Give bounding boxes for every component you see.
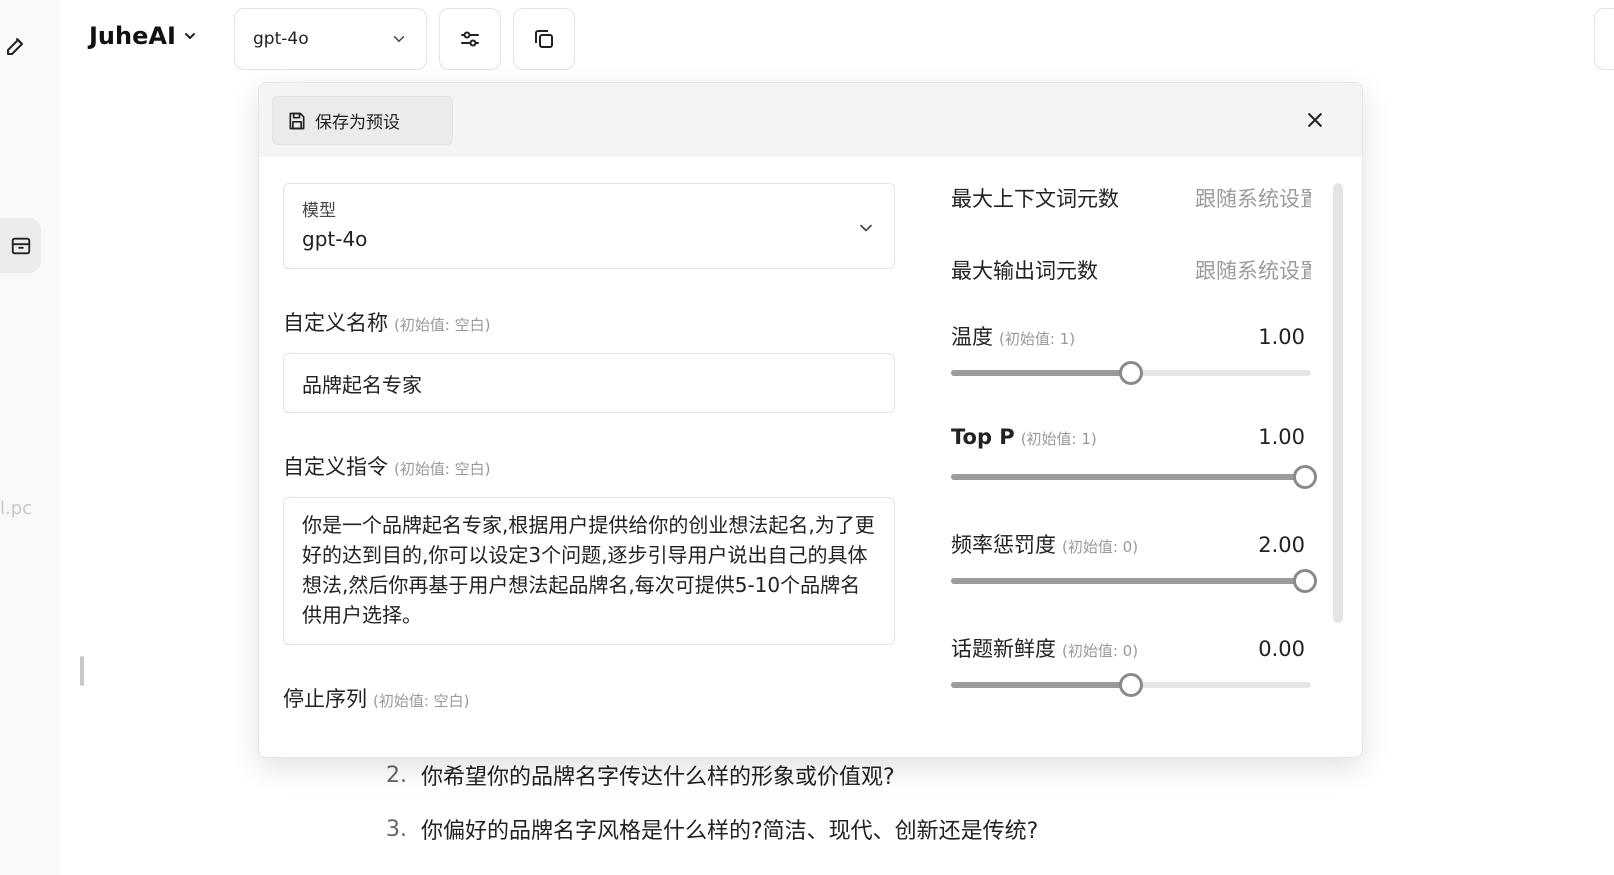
slider-track[interactable] xyxy=(951,465,1317,489)
settings-sliders-button[interactable] xyxy=(439,8,501,70)
brand-switcher[interactable]: JuheAI xyxy=(89,22,198,50)
slider-hint: (初始值: 1) xyxy=(999,330,1076,348)
custom-instruction-hint: (初始值: 空白) xyxy=(394,460,491,478)
model-dropdown[interactable]: 模型 gpt-4o xyxy=(283,183,895,269)
custom-name-value: 品牌起名专家 xyxy=(302,372,422,397)
slider-track[interactable] xyxy=(951,569,1317,593)
custom-instruction-label: 自定义指令 (初始值: 空白) xyxy=(283,451,895,481)
presence-penalty-slider-row: 话题新鲜度 (初始值: 0) 0.00 xyxy=(951,633,1311,737)
max-output-row: 最大输出词元数 跟随系统设置 xyxy=(951,255,1311,283)
list-item: 3. 你偏好的品牌名字风格是什么样的?简洁、现代、创新还是传统? xyxy=(386,802,1038,856)
save-icon xyxy=(289,112,305,129)
custom-name-hint: (初始值: 空白) xyxy=(394,316,491,334)
settings-right-column: 最大上下文词元数 跟随系统设置 最大输出词元数 跟随系统设置 温度 (初始值: 1… xyxy=(951,183,1317,737)
list-number: 3. xyxy=(386,816,407,842)
slider-track[interactable] xyxy=(951,361,1311,385)
model-field-value: gpt-4o xyxy=(302,227,368,251)
top-p-slider-row: Top P (初始值: 1) 1.00 xyxy=(951,425,1317,529)
settings-left-column: 模型 gpt-4o 自定义名称 (初始值: 空白) 品牌起名专家 自定义指令 (… xyxy=(283,183,895,713)
model-field-label: 模型 xyxy=(302,201,336,221)
truncated-text: l.pc xyxy=(0,498,33,519)
max-context-label: 最大上下文词元数 xyxy=(951,187,1119,211)
new-chat-icon[interactable] xyxy=(0,30,32,62)
archive-button[interactable] xyxy=(0,218,41,273)
left-rail: l.pc xyxy=(0,0,60,875)
slider-label: Top P xyxy=(951,425,1015,449)
stop-sequence-title: 停止序列 xyxy=(283,687,367,711)
list-text: 你希望你的品牌名字传达什么样的形象或价值观? xyxy=(421,765,895,790)
header-action-button[interactable] xyxy=(1594,8,1614,70)
sliders-icon xyxy=(461,31,479,47)
custom-name-label: 自定义名称 (初始值: 空白) xyxy=(283,307,895,337)
close-button[interactable] xyxy=(1302,107,1328,133)
slider-track[interactable] xyxy=(951,673,1311,697)
brand-name: JuheAI xyxy=(89,22,176,50)
model-settings-panel: 保存为预设 模型 gpt-4o 自定义名称 (初始值: 空白) 品牌起名专家 自… xyxy=(258,82,1363,758)
panel-scrollbar[interactable] xyxy=(1333,183,1343,623)
chevron-down-icon xyxy=(184,33,195,39)
slider-hint: (初始值: 0) xyxy=(1062,642,1139,660)
model-select[interactable]: gpt-4o xyxy=(234,8,427,70)
slider-value: 1.00 xyxy=(1258,425,1305,449)
custom-name-input[interactable]: 品牌起名专家 xyxy=(283,353,895,413)
slider-hint: (初始值: 1) xyxy=(1020,430,1097,448)
list-number: 2. xyxy=(386,762,407,788)
custom-instruction-title: 自定义指令 xyxy=(283,455,388,479)
close-icon xyxy=(1308,113,1322,127)
stop-sequence-hint: (初始值: 空白) xyxy=(373,692,470,710)
slider-value: 2.00 xyxy=(1258,533,1305,557)
model-select-value: gpt-4o xyxy=(253,29,309,49)
copy-icon xyxy=(535,30,553,48)
panel-header: 保存为预设 xyxy=(259,83,1362,157)
archive-icon xyxy=(11,237,30,254)
custom-name-title: 自定义名称 xyxy=(283,311,388,335)
max-context-input[interactable]: 跟随系统设置 xyxy=(1195,183,1311,211)
slider-thumb[interactable] xyxy=(1293,569,1317,593)
save-preset-label: 保存为预设 xyxy=(315,113,400,133)
slider-value: 1.00 xyxy=(1258,325,1305,349)
max-context-row: 最大上下文词元数 跟随系统设置 xyxy=(951,183,1311,211)
slider-label: 频率惩罚度 xyxy=(951,533,1056,557)
slider-label: 话题新鲜度 xyxy=(951,637,1056,661)
max-output-input[interactable]: 跟随系统设置 xyxy=(1195,255,1311,283)
slider-hint: (初始值: 0) xyxy=(1062,538,1139,556)
slider-thumb[interactable] xyxy=(1119,361,1143,385)
slider-value: 0.00 xyxy=(1258,637,1305,661)
sidebar-resize-handle[interactable] xyxy=(80,656,84,686)
slider-thumb[interactable] xyxy=(1293,465,1317,489)
slider-thumb[interactable] xyxy=(1119,673,1143,697)
chevron-down-icon xyxy=(393,36,405,42)
chevron-down-icon xyxy=(860,224,872,232)
slider-label: 温度 xyxy=(951,325,993,349)
save-preset-button[interactable]: 保存为预设 xyxy=(272,96,453,145)
stop-sequence-label: 停止序列 (初始值: 空白) xyxy=(283,683,895,713)
max-output-label: 最大输出词元数 xyxy=(951,259,1098,283)
temperature-slider-row: 温度 (初始值: 1) 1.00 xyxy=(951,321,1311,425)
frequency-penalty-slider-row: 频率惩罚度 (初始值: 0) 2.00 xyxy=(951,529,1317,633)
custom-instruction-textarea[interactable]: 你是一个品牌起名专家,根据用户提供给你的创业想法起名,为了更好的达到目的,你可以… xyxy=(283,497,895,645)
slider-list: 温度 (初始值: 1) 1.00 Top P (初始值: 1) 1.00 频率惩罚度… xyxy=(951,321,1317,737)
chat-message-list: 2. 你希望你的品牌名字传达什么样的形象或价值观? 3. 你偏好的品牌名字风格是… xyxy=(386,748,1038,856)
copy-button[interactable] xyxy=(513,8,575,70)
list-text: 你偏好的品牌名字风格是什么样的?简洁、现代、创新还是传统? xyxy=(421,819,1039,844)
